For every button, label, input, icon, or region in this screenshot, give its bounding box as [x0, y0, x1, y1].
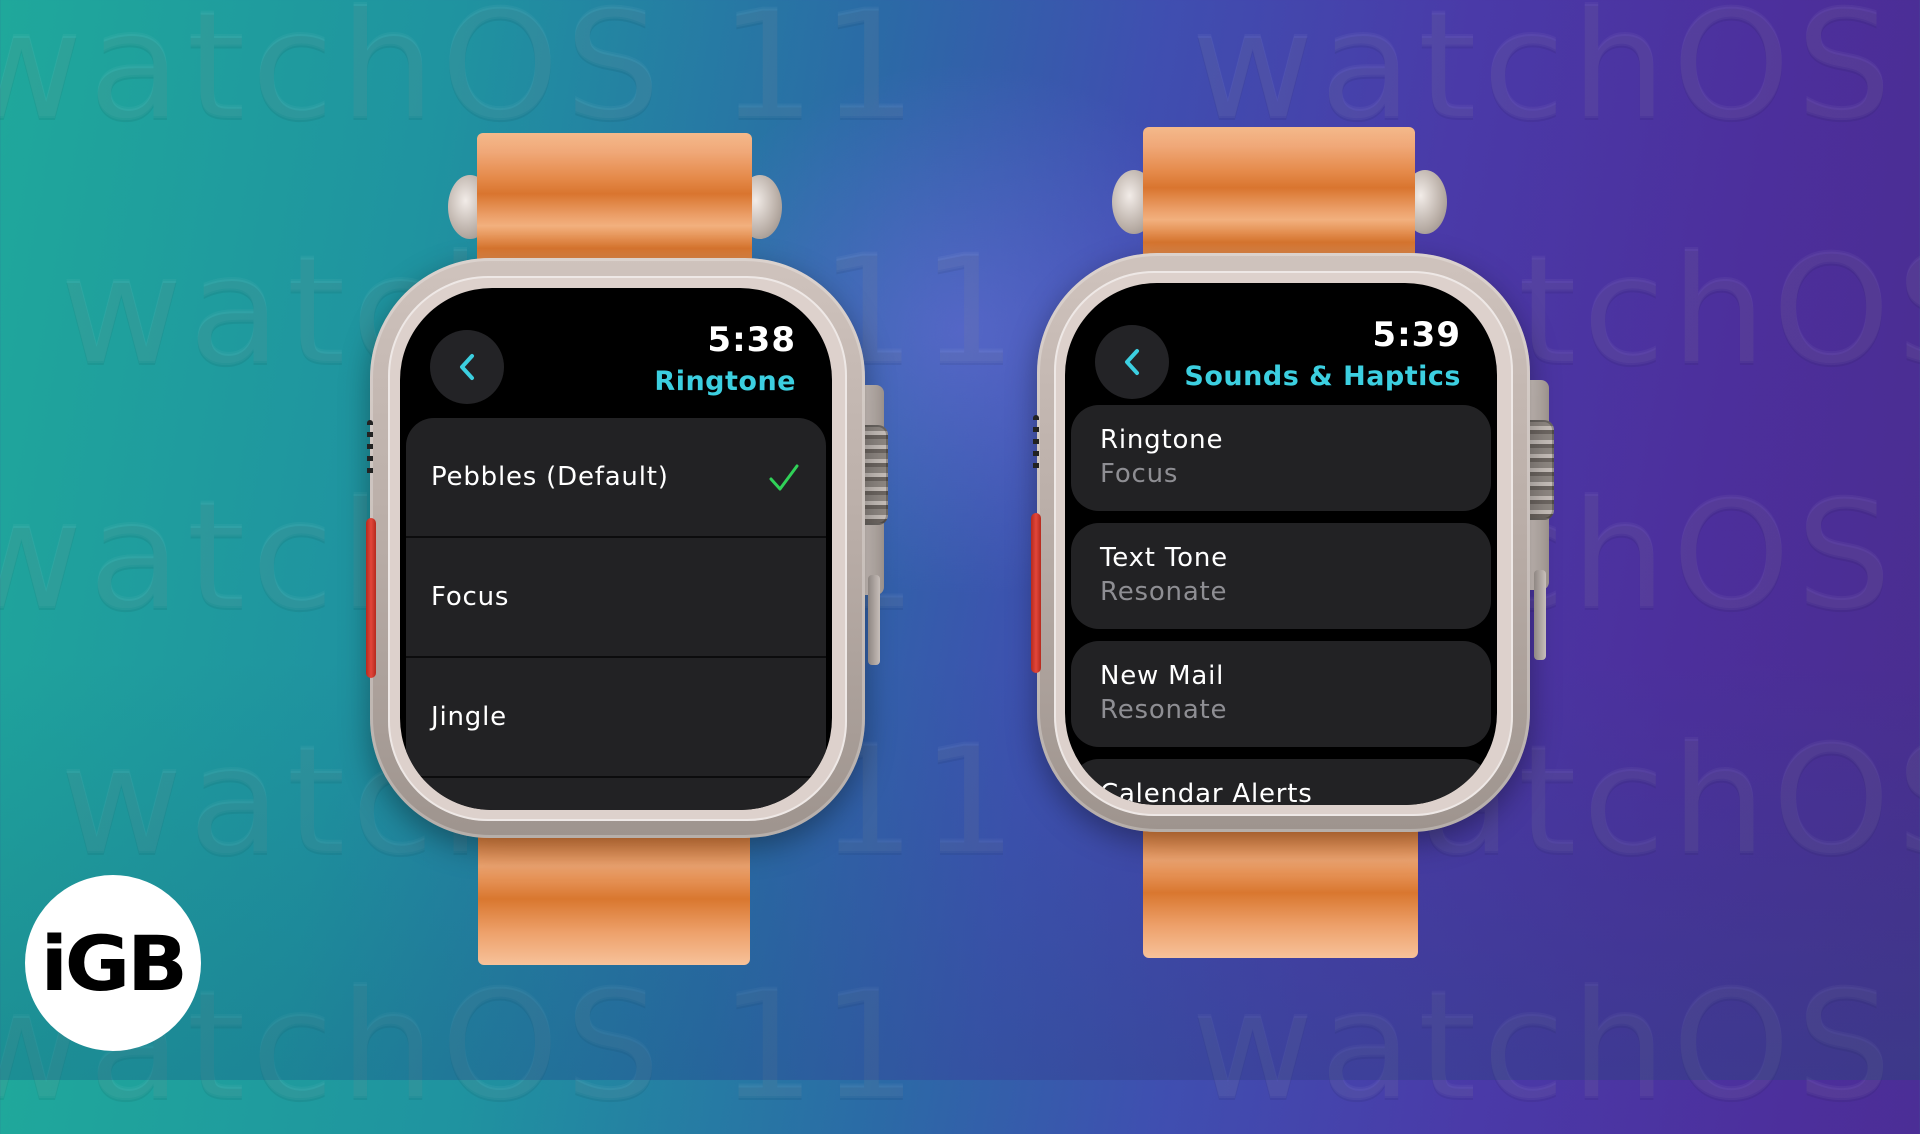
list-item[interactable]: Focus: [406, 538, 826, 658]
settings-item-ringtone[interactable]: Ringtone Focus: [1071, 405, 1491, 511]
clock-time: 5:38: [707, 320, 796, 360]
item-value: Resonate: [1100, 695, 1228, 725]
speaker-grille: [367, 420, 373, 480]
settings-item-new-mail[interactable]: New Mail Resonate: [1071, 641, 1491, 747]
logo-text: iGB: [40, 918, 188, 1008]
action-button[interactable]: [1031, 513, 1041, 673]
watch-screen: 5:38 Ringtone Pebbles (Default) Focus Ji…: [400, 288, 832, 810]
page-title: Sounds & Haptics: [1184, 361, 1461, 392]
back-button[interactable]: [1095, 325, 1169, 399]
action-button[interactable]: [366, 518, 376, 678]
watch-screen: 5:39 Sounds & Haptics Ringtone Focus Tex…: [1065, 283, 1497, 805]
item-label: New Mail: [1100, 661, 1225, 691]
side-button[interactable]: [1534, 570, 1546, 660]
watermark-row: watchOS 11 watchOS 11: [0, 0, 1920, 154]
item-label: Ringtone: [1100, 425, 1224, 455]
back-button[interactable]: [430, 330, 504, 404]
ringtone-list: Pebbles (Default) Focus Jingle: [400, 418, 832, 810]
list-item-label: Jingle: [431, 702, 507, 732]
watermark-row: watchOS 11 watchOS 11: [60, 715, 1920, 889]
igb-logo: iGB: [25, 875, 201, 1051]
watermark-row: watchOS 11 watchOS 11: [60, 225, 1920, 399]
list-item-label: Pebbles (Default): [431, 462, 669, 492]
list-item[interactable]: Pebbles (Default): [406, 418, 826, 538]
checkmark-icon: [769, 464, 799, 491]
watermark-row: watchOS 11 watchOS 11: [0, 960, 1920, 1134]
item-label: Calendar Alerts: [1100, 779, 1313, 805]
clock-time: 5:39: [1372, 315, 1461, 355]
chevron-left-icon: [460, 354, 474, 380]
list-item[interactable]: [406, 778, 826, 810]
item-value: Focus: [1100, 459, 1179, 489]
chevron-left-icon: [1125, 349, 1139, 375]
speaker-grille: [1033, 415, 1039, 475]
item-label: Text Tone: [1100, 543, 1228, 573]
list-item-label: Focus: [431, 582, 510, 612]
page-title: Ringtone: [654, 366, 796, 397]
settings-item-text-tone[interactable]: Text Tone Resonate: [1071, 523, 1491, 629]
settings-item-calendar-alerts[interactable]: Calendar Alerts: [1071, 759, 1491, 805]
item-value: Resonate: [1100, 577, 1228, 607]
list-item[interactable]: Jingle: [406, 658, 826, 778]
watermark-row: watchOS 11 watchOS 11: [0, 470, 1920, 644]
side-button[interactable]: [868, 575, 880, 665]
